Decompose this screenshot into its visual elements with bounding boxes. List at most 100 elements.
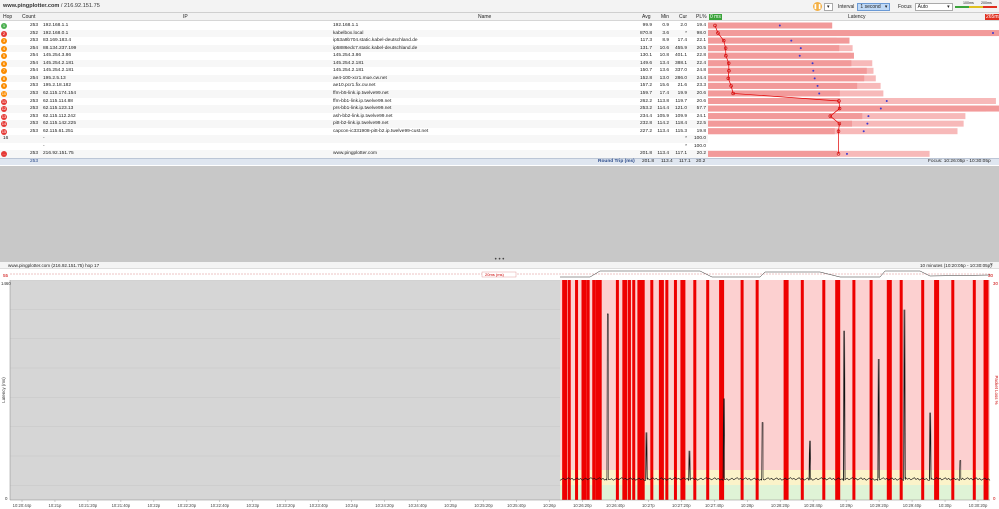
hop-count: 254: [29, 68, 38, 74]
timeline-range: 10 minutes (10:20:05p - 10:30:05p): [920, 263, 992, 268]
hop-name: ffm-bb1-link.ip.twelve99.net: [333, 98, 392, 104]
avg-marker: [818, 92, 821, 95]
summary-min: 113.4: [661, 159, 673, 164]
packet-loss-bar: [641, 280, 645, 500]
x-tick-label: 10:30p: [939, 503, 952, 508]
history-region: [10, 280, 560, 500]
hop-pl: 22.1: [696, 38, 706, 44]
avg-marker: [790, 39, 793, 42]
hop-avg: 117.3: [640, 38, 652, 44]
packet-loss-bar: [886, 280, 892, 500]
hop-count: 253: [29, 121, 38, 127]
packet-loss-bar: [708, 52, 854, 59]
hop-avg: 150.7: [639, 68, 652, 74]
hop-ip: 62.115.61.251: [43, 128, 74, 134]
overview-strip[interactable]: 55 30 20ms (ms): [0, 269, 999, 280]
hop-avg: 201.8: [639, 151, 652, 157]
packet-loss-bar: [586, 280, 590, 500]
avg-marker: [798, 54, 801, 57]
packet-loss-bar: [934, 280, 940, 500]
col-min[interactable]: Min: [661, 14, 669, 20]
hop-cur: 109.9: [674, 113, 687, 119]
pause-icon[interactable]: ❚❚: [813, 2, 822, 11]
focus-select[interactable]: Auto ▾: [914, 2, 953, 11]
col-name[interactable]: Name: [478, 14, 491, 20]
status-dot-icon: 8: [1, 75, 7, 82]
hop-pl: 24.8: [696, 68, 706, 74]
hop-cur: 119.7: [675, 98, 687, 104]
hop-ip: 62.115.123.13: [43, 106, 74, 112]
packet-loss-bar: [783, 280, 789, 500]
hop-name: ffm-b5-link.ip.twelve99.net: [333, 90, 389, 96]
packet-loss-bar: [708, 67, 867, 74]
route-latency-line: [714, 25, 840, 154]
latency-scale-right: 265ms: [985, 14, 999, 20]
hop-count: 252: [29, 30, 38, 36]
hop-pl: 19.4: [696, 23, 706, 28]
focus-value: Auto: [917, 3, 928, 10]
packet-loss-bar: [951, 280, 955, 500]
hop-number: 16: [3, 136, 9, 142]
status-dot-icon: 6: [1, 60, 7, 67]
summary-row: 253 Round Trip (ms) 201.8 113.4 117.1 20…: [0, 158, 999, 165]
avg-marker: [778, 24, 781, 27]
hop-count: 254: [29, 53, 38, 59]
hop-cur: 286.0: [674, 75, 687, 81]
col-latency[interactable]: Latency: [848, 14, 866, 20]
avg-marker: [862, 130, 865, 133]
packet-loss-bar: [708, 60, 852, 67]
packet-loss-bar: [665, 280, 669, 500]
packet-loss-bar: [680, 280, 686, 500]
col-pl[interactable]: PL%: [696, 14, 707, 20]
hop-min: 13.0: [659, 75, 669, 81]
packet-loss-bar: [708, 120, 853, 127]
hop-name: ae10.pcr1.fix.cw.net: [333, 83, 376, 89]
interval-label: Interval: [838, 3, 855, 10]
col-avg[interactable]: Avg: [642, 14, 651, 20]
status-dot-icon: 3: [1, 38, 7, 45]
packet-loss-bar: [983, 280, 989, 500]
right-axis-label: Packet Loss %: [994, 375, 999, 404]
packet-loss-bar: [972, 280, 976, 500]
hop-pl: 20.2: [696, 151, 706, 157]
hop-pl: 22.4: [696, 60, 706, 66]
x-tick-label: 10:21:40p: [112, 503, 131, 508]
col-ip[interactable]: IP: [183, 14, 188, 20]
hop-name: 192.168.1.1: [333, 23, 359, 28]
hop-ip: -: [43, 143, 45, 149]
hop-ip: 192.168.1.1: [43, 23, 69, 28]
packet-loss-bar: [740, 280, 744, 500]
hop-name: capcon-ic331908-pitt-b2.ip.twelve99-cust…: [333, 128, 429, 134]
x-tick-label: 10:27:40p: [705, 503, 724, 508]
x-tick-label: 10:27:20p: [672, 503, 691, 508]
hop-pl: 24.4: [696, 75, 706, 81]
hop-cur: 2.0: [680, 23, 687, 28]
hop-ip: 62.115.114.88: [43, 98, 73, 104]
avg-marker: [992, 32, 994, 35]
interval-select[interactable]: 1 second ▾: [857, 2, 891, 11]
packet-loss-bar: [708, 30, 999, 37]
col-hop[interactable]: Hop: [3, 14, 12, 20]
overview-right-max: 30: [988, 273, 994, 278]
timeline-title: www.pingplotter.com (216.92.151.75) hop …: [8, 263, 100, 268]
packet-loss-bar: [562, 280, 568, 500]
hop-min: 114.4: [657, 106, 669, 112]
hop-cur: 115.3: [675, 128, 687, 134]
hop-ip: 192.168.0.1: [43, 30, 69, 36]
hop-avg: 152.8: [639, 75, 652, 81]
x-tick-label: 10:22:40p: [210, 503, 229, 508]
legend-slow-bar: [983, 6, 997, 8]
x-tick-label: 10:23p: [246, 503, 259, 508]
hop-ip: 195.2.18.182: [43, 83, 72, 89]
status-dot-icon: ...: [1, 151, 7, 158]
packet-loss-bar: [899, 280, 903, 500]
pause-dropdown[interactable]: ▾: [824, 2, 833, 11]
col-cur[interactable]: Cur: [679, 14, 687, 20]
packet-loss-bar: [581, 280, 587, 500]
hop-min: 8.9: [662, 38, 669, 44]
close-icon[interactable]: ×: [990, 262, 993, 268]
pause-control[interactable]: ❚❚ ▾: [813, 2, 833, 11]
hop-name: ip53a9b704.static.kabel-deutschland.de: [333, 38, 418, 44]
avg-marker: [813, 77, 816, 80]
col-count[interactable]: Count: [22, 14, 35, 20]
